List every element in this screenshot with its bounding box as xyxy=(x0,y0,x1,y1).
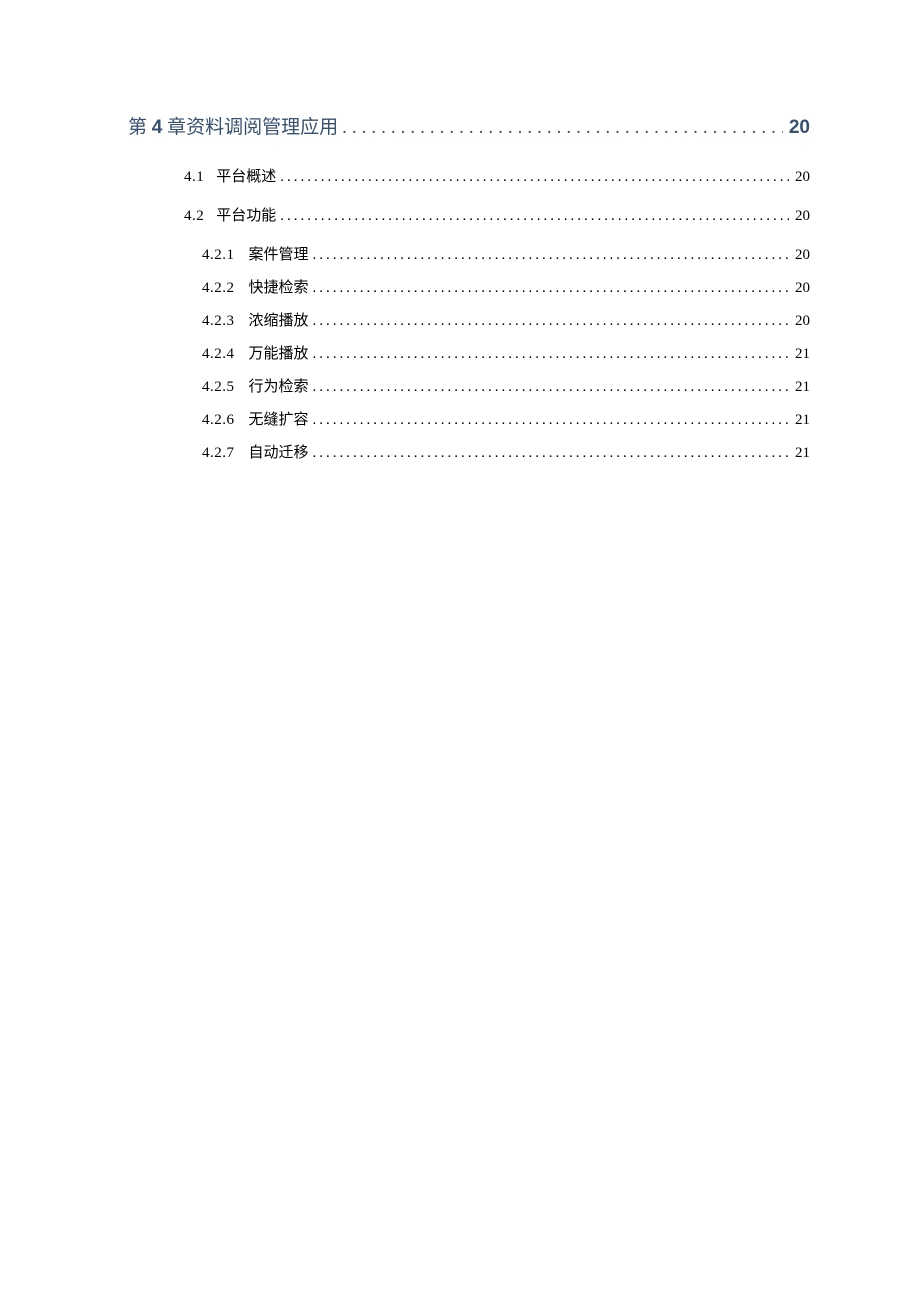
toc-section-entry: 4.1 平台概述 20 xyxy=(184,165,810,186)
subsection-page: 21 xyxy=(795,379,810,396)
subsection-page: 20 xyxy=(795,313,810,330)
toc-subsection-entry: 4.2.7 自动迁移 21 xyxy=(202,441,810,462)
subsection-title: 案件管理 xyxy=(249,243,309,264)
section-number: 4.2 xyxy=(184,208,204,225)
toc-subsection-entry: 4.2.4 万能播放 21 xyxy=(202,342,810,363)
toc-leader-dots xyxy=(280,208,789,225)
subsection-title: 行为检索 xyxy=(249,375,309,396)
subsection-title: 浓缩播放 xyxy=(249,309,309,330)
toc-leader-dots xyxy=(313,379,789,396)
subsection-page: 21 xyxy=(795,346,810,363)
toc-leader-dots xyxy=(313,412,789,429)
section-page: 20 xyxy=(795,208,810,225)
toc-subsection-entry: 4.2.1 案件管理 20 xyxy=(202,243,810,264)
subsection-title: 快捷检索 xyxy=(249,276,309,297)
subsection-number: 4.2.2 xyxy=(202,280,235,297)
toc-chapter-page: 20 xyxy=(789,117,810,139)
toc-leader-dots xyxy=(313,247,789,264)
chapter-number: 4 xyxy=(152,117,163,138)
subsection-page: 20 xyxy=(795,247,810,264)
toc-chapter-title: 第 4 章资料调阅管理应用 xyxy=(128,112,338,139)
toc-subsection-entry: 4.2.5 行为检索 21 xyxy=(202,375,810,396)
subsection-number: 4.2.5 xyxy=(202,379,235,396)
toc-leader-dots xyxy=(280,169,789,186)
subsection-title: 无缝扩容 xyxy=(249,408,309,429)
subsection-number: 4.2.1 xyxy=(202,247,235,264)
subsection-page: 21 xyxy=(795,412,810,429)
toc-leader-dots xyxy=(313,346,789,363)
chapter-prefix: 第 xyxy=(128,117,152,138)
toc-leader-dots xyxy=(313,445,789,462)
document-page: 第 4 章资料调阅管理应用 20 4.1 平台概述 20 4.2 平台功能 20… xyxy=(0,0,920,462)
subsection-page: 20 xyxy=(795,280,810,297)
toc-subsection-entry: 4.2.3 浓缩播放 20 xyxy=(202,309,810,330)
section-title: 平台概述 xyxy=(216,165,276,186)
subsection-title: 万能播放 xyxy=(249,342,309,363)
toc-chapter-entry: 第 4 章资料调阅管理应用 20 xyxy=(128,112,810,139)
toc-subsection-entry: 4.2.2 快捷检索 20 xyxy=(202,276,810,297)
section-page: 20 xyxy=(795,169,810,186)
subsection-number: 4.2.3 xyxy=(202,313,235,330)
subsection-number: 4.2.7 xyxy=(202,445,235,462)
toc-leader-dots xyxy=(313,313,789,330)
chapter-text: 资料调阅管理应用 xyxy=(186,117,338,138)
subsection-number: 4.2.6 xyxy=(202,412,235,429)
toc-leader-dots xyxy=(342,117,783,139)
section-title: 平台功能 xyxy=(216,204,276,225)
toc-subsection-entry: 4.2.6 无缝扩容 21 xyxy=(202,408,810,429)
subsection-number: 4.2.4 xyxy=(202,346,235,363)
subsection-page: 21 xyxy=(795,445,810,462)
toc-leader-dots xyxy=(313,280,789,297)
toc-section-entry: 4.2 平台功能 20 xyxy=(184,204,810,225)
subsection-title: 自动迁移 xyxy=(249,441,309,462)
chapter-suffix: 章 xyxy=(162,117,186,138)
section-number: 4.1 xyxy=(184,169,204,186)
